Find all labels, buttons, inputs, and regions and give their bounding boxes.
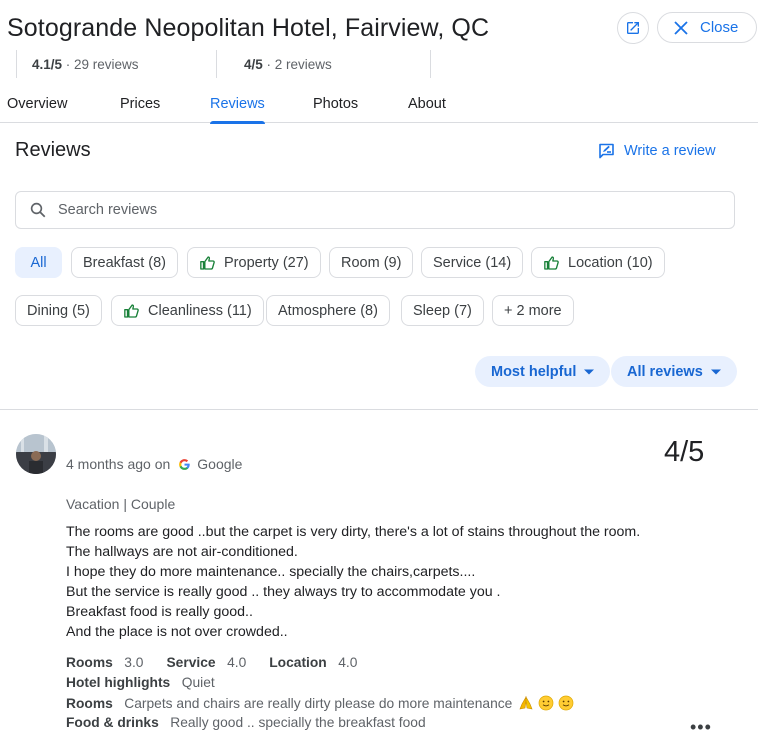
- dropdown-arrow-icon: [584, 369, 595, 374]
- close-button[interactable]: Close: [657, 12, 757, 43]
- chip-sleep[interactable]: Sleep (7): [401, 295, 484, 326]
- google-logo-icon: [179, 458, 190, 470]
- rooms-note-label: Rooms: [66, 696, 113, 711]
- food-value: Really good .. specially the breakfast f…: [170, 715, 426, 730]
- review-text-line: But the service is really good .. they a…: [66, 584, 501, 600]
- folded-hands-emoji-icon: [519, 695, 533, 710]
- search-icon: [30, 202, 46, 218]
- tab-prices[interactable]: Prices: [120, 96, 160, 123]
- chip-room[interactable]: Room (9): [329, 247, 414, 278]
- review-body: The rooms are good ..but the carpet is v…: [66, 522, 640, 642]
- search-reviews-input[interactable]: [58, 202, 658, 218]
- chip-dining[interactable]: Dining (5): [15, 295, 102, 326]
- divider: [430, 50, 431, 78]
- tab-bar: Overview Prices Reviews Photos About: [0, 96, 758, 124]
- review-text-line: The hallways are not air-conditioned.: [66, 544, 298, 560]
- chip-atmosphere[interactable]: Atmosphere (8): [266, 295, 390, 326]
- rating-strip: 4.1/5 · 29 reviews 4/5 · 2 reviews: [0, 50, 758, 80]
- sort-order-label: Most helpful: [491, 363, 577, 380]
- highlights-label: Hotel highlights: [66, 675, 171, 690]
- tab-about[interactable]: About: [408, 96, 446, 123]
- chip-label: Dining (5): [27, 302, 90, 319]
- food-drinks-note: Food & drinks Really good .. specially t…: [66, 715, 426, 730]
- reviewer-avatar[interactable]: [16, 434, 56, 474]
- search-reviews-box[interactable]: [15, 191, 735, 229]
- rating-summary-1[interactable]: 4.1/5 · 29 reviews: [32, 57, 139, 72]
- review-text-line: The rooms are good ..but the carpet is v…: [66, 524, 641, 540]
- reviews-heading: Reviews: [15, 139, 91, 161]
- review-meta: 4 months ago on Google: [66, 456, 242, 472]
- chip-property[interactable]: Property (27): [187, 247, 321, 278]
- food-label: Food & drinks: [66, 715, 159, 730]
- write-review-button[interactable]: Write a review: [598, 143, 716, 159]
- sort-order-dropdown[interactable]: Most helpful: [475, 356, 611, 387]
- chip-label: Sleep (7): [413, 302, 472, 319]
- trip-type: Vacation | Couple: [66, 496, 176, 512]
- chip-label: Location (10): [568, 254, 653, 271]
- chip-label: Property (27): [224, 254, 309, 271]
- slightly-smiling-face-emoji-icon: [558, 695, 574, 711]
- rating-value: 3.0: [124, 655, 144, 670]
- open-in-new-button[interactable]: [617, 12, 649, 44]
- rooms-note: Rooms Carpets and chairs are really dirt…: [66, 695, 574, 711]
- thumbs-up-icon: [124, 303, 139, 318]
- thumbs-up-icon: [200, 255, 215, 270]
- rating-value: 4.0: [338, 655, 358, 670]
- chip-all[interactable]: All: [15, 247, 62, 278]
- review-text-line: I hope they do more maintenance.. specia…: [66, 564, 476, 580]
- divider: [0, 409, 758, 410]
- rating-score: 4/5: [244, 57, 263, 72]
- chip-label: + 2 more: [504, 302, 562, 319]
- chip-label: Breakfast (8): [83, 254, 166, 271]
- tab-photos[interactable]: Photos: [313, 96, 358, 123]
- review-filter-label: All reviews: [627, 363, 703, 380]
- chip-label: Atmosphere (8): [278, 302, 378, 319]
- avatar-photo: [16, 434, 56, 474]
- rating-label: Location: [269, 655, 327, 670]
- chip-label: Room (9): [341, 254, 402, 271]
- divider: [216, 50, 217, 78]
- close-label: Close: [700, 19, 739, 36]
- hotel-highlights: Hotel highlights Quiet: [66, 675, 215, 690]
- slightly-smiling-face-emoji-icon: [538, 695, 554, 711]
- review-time: 4 months ago on: [66, 456, 171, 472]
- write-review-label: Write a review: [624, 143, 716, 159]
- rating-label: Rooms: [66, 655, 113, 670]
- chip-breakfast[interactable]: Breakfast (8): [71, 247, 178, 278]
- review-source: Google: [197, 456, 243, 472]
- thumbs-up-icon: [544, 255, 559, 270]
- review-filter-dropdown[interactable]: All reviews: [611, 356, 737, 387]
- review-text-line: And the place is not over crowded..: [66, 624, 288, 640]
- rating-count: 2 reviews: [274, 57, 332, 72]
- category-ratings: Rooms 3.0 Service 4.0 Location 4.0: [66, 655, 357, 670]
- highlights-value: Quiet: [181, 675, 215, 690]
- hotel-title: Sotogrande Neopolitan Hotel, Fairview, Q…: [7, 14, 490, 42]
- more-options-button[interactable]: •••: [690, 717, 712, 733]
- divider: [16, 50, 17, 78]
- rating-label: Service: [166, 655, 216, 670]
- rate-review-icon: [599, 143, 614, 159]
- chip-label: Cleanliness (11): [148, 302, 252, 319]
- review-score: 4/5: [664, 436, 705, 468]
- open-in-new-icon: [627, 22, 639, 34]
- rating-value: 4.0: [227, 655, 247, 670]
- rating-count: 29 reviews: [74, 57, 139, 72]
- rating-score: 4.1/5: [32, 57, 63, 72]
- dropdown-arrow-icon: [710, 369, 721, 374]
- chip-location[interactable]: Location (10): [531, 247, 665, 278]
- chip-label: Service (14): [433, 254, 512, 271]
- tab-overview[interactable]: Overview: [7, 96, 67, 123]
- chip-service[interactable]: Service (14): [421, 247, 524, 278]
- chip-more[interactable]: + 2 more: [492, 295, 574, 326]
- rating-summary-2[interactable]: 4/5 · 2 reviews: [244, 57, 332, 72]
- close-icon: [674, 20, 688, 35]
- rooms-note-value: Carpets and chairs are really dirty plea…: [124, 696, 513, 711]
- chip-cleanliness[interactable]: Cleanliness (11): [111, 295, 264, 326]
- tab-reviews[interactable]: Reviews: [210, 96, 265, 124]
- review-text-line: Breakfast food is really good..: [66, 604, 253, 620]
- chip-label: All: [30, 254, 47, 271]
